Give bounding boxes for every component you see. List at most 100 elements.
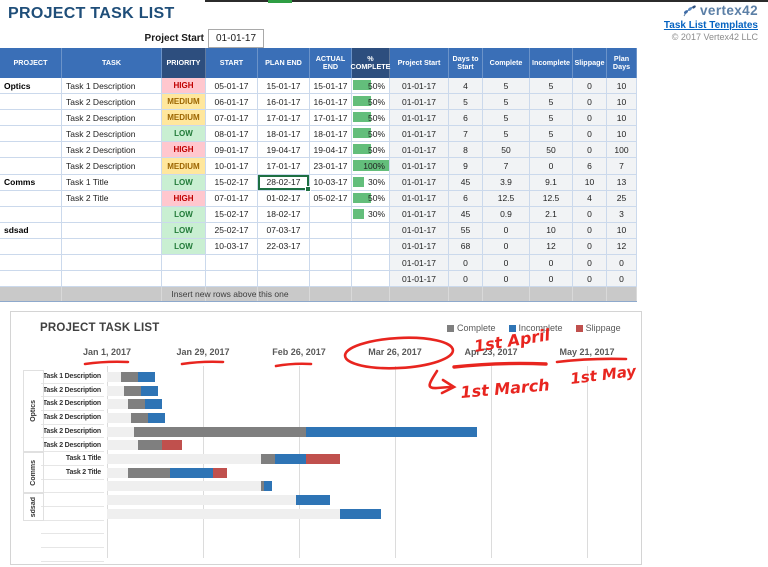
table-cell[interactable]: 0: [573, 142, 607, 158]
table-cell[interactable]: [62, 223, 162, 239]
table-cell[interactable]: 0: [530, 271, 573, 287]
table-cell[interactable]: 7: [449, 126, 483, 142]
table-cell[interactable]: 7: [607, 158, 637, 174]
table-cell[interactable]: 7: [483, 158, 530, 174]
table-cell[interactable]: 0: [573, 223, 607, 239]
table-cell[interactable]: 50: [483, 142, 530, 158]
table-cell[interactable]: 01-01-17: [390, 94, 449, 110]
table-cell[interactable]: 01-01-17: [390, 110, 449, 126]
priority-cell[interactable]: LOW: [162, 239, 206, 255]
table-cell[interactable]: 4: [449, 78, 483, 94]
column-header[interactable]: PRIORITY: [162, 48, 206, 78]
table-cell[interactable]: 01-01-17: [390, 142, 449, 158]
table-cell[interactable]: 50%: [352, 94, 390, 110]
table-cell[interactable]: 18-01-17: [258, 126, 310, 142]
table-cell[interactable]: 17-01-17: [258, 110, 310, 126]
table-cell[interactable]: 0: [607, 255, 637, 271]
table-cell[interactable]: 4: [573, 191, 607, 207]
column-header[interactable]: Incomplete: [530, 48, 573, 78]
table-cell[interactable]: 0: [483, 239, 530, 255]
table-cell[interactable]: 01-01-17: [390, 175, 449, 191]
table-cell[interactable]: 13: [607, 175, 637, 191]
table-cell[interactable]: Task 2 Description: [62, 110, 162, 126]
table-cell[interactable]: [62, 207, 162, 223]
table-cell[interactable]: 01-01-17: [390, 78, 449, 94]
table-cell[interactable]: 10: [607, 223, 637, 239]
priority-cell[interactable]: MEDIUM: [162, 110, 206, 126]
table-cell[interactable]: 50%: [352, 78, 390, 94]
table-cell[interactable]: 50%: [352, 191, 390, 207]
insert-row[interactable]: Insert new rows above this one: [0, 287, 637, 302]
table-cell[interactable]: 06-01-17: [206, 94, 258, 110]
table-cell[interactable]: [162, 255, 206, 271]
column-header[interactable]: Project Start: [390, 48, 449, 78]
table-cell[interactable]: 07-03-17: [258, 223, 310, 239]
table-cell[interactable]: 17-01-17: [258, 158, 310, 174]
table-cell[interactable]: [0, 110, 62, 126]
table-cell[interactable]: 0: [573, 78, 607, 94]
table-cell[interactable]: [162, 271, 206, 287]
table-cell[interactable]: 25: [607, 191, 637, 207]
table-cell[interactable]: 10: [607, 94, 637, 110]
table-cell[interactable]: 17-01-17: [310, 110, 352, 126]
table-cell[interactable]: 12: [607, 239, 637, 255]
column-header[interactable]: TASK: [62, 48, 162, 78]
table-cell[interactable]: 5: [530, 94, 573, 110]
priority-cell[interactable]: LOW: [162, 207, 206, 223]
column-header[interactable]: Plan Days: [607, 48, 637, 78]
table-cell[interactable]: [62, 271, 162, 287]
table-cell[interactable]: 10-01-17: [206, 158, 258, 174]
table-cell[interactable]: 01-02-17: [258, 191, 310, 207]
table-cell[interactable]: 08-01-17: [206, 126, 258, 142]
table-cell[interactable]: 8: [449, 142, 483, 158]
table-cell[interactable]: 0: [483, 223, 530, 239]
table-cell[interactable]: 07-01-17: [206, 191, 258, 207]
table-cell[interactable]: [0, 271, 62, 287]
table-cell[interactable]: 45: [449, 175, 483, 191]
table-cell[interactable]: 2.1: [530, 207, 573, 223]
table-cell[interactable]: 18-01-17: [310, 126, 352, 142]
table-cell[interactable]: 0: [573, 207, 607, 223]
table-cell[interactable]: 15-01-17: [258, 78, 310, 94]
priority-cell[interactable]: HIGH: [162, 142, 206, 158]
table-cell[interactable]: 100: [607, 142, 637, 158]
table-cell[interactable]: 01-01-17: [390, 255, 449, 271]
table-cell[interactable]: 10-03-17: [206, 239, 258, 255]
table-cell[interactable]: 01-01-17: [390, 158, 449, 174]
table-cell[interactable]: [206, 255, 258, 271]
priority-cell[interactable]: MEDIUM: [162, 158, 206, 174]
selected-cell[interactable]: 28-02-17: [258, 175, 310, 191]
table-cell[interactable]: 01-01-17: [390, 239, 449, 255]
table-cell[interactable]: Task 2 Title: [62, 191, 162, 207]
task-list-templates-link[interactable]: Task List Templates: [664, 20, 758, 33]
table-cell[interactable]: [258, 255, 310, 271]
table-cell[interactable]: [0, 239, 62, 255]
table-cell[interactable]: 0: [449, 271, 483, 287]
table-cell[interactable]: 5: [530, 126, 573, 142]
table-cell[interactable]: 10-03-17: [310, 175, 352, 191]
table-cell[interactable]: 6: [449, 191, 483, 207]
table-cell[interactable]: [62, 255, 162, 271]
table-cell[interactable]: Comms: [0, 175, 62, 191]
table-cell[interactable]: 25-02-17: [206, 223, 258, 239]
column-header[interactable]: PLAN END: [258, 48, 310, 78]
priority-cell[interactable]: MEDIUM: [162, 94, 206, 110]
table-cell[interactable]: [310, 271, 352, 287]
table-cell[interactable]: 0: [607, 271, 637, 287]
table-cell[interactable]: [352, 239, 390, 255]
table-cell[interactable]: 23-01-17: [310, 158, 352, 174]
table-cell[interactable]: 10: [607, 78, 637, 94]
table-cell[interactable]: 50%: [352, 110, 390, 126]
table-cell[interactable]: 16-01-17: [258, 94, 310, 110]
table-cell[interactable]: 12: [530, 239, 573, 255]
table-cell[interactable]: 0: [573, 271, 607, 287]
table-cell[interactable]: 45: [449, 207, 483, 223]
table-cell[interactable]: 18-02-17: [258, 207, 310, 223]
project-start-input[interactable]: 01-01-17: [208, 29, 264, 48]
table-cell[interactable]: 0: [483, 271, 530, 287]
table-cell[interactable]: [310, 239, 352, 255]
table-cell[interactable]: 10: [573, 175, 607, 191]
column-header[interactable]: Complete: [483, 48, 530, 78]
table-cell[interactable]: 0: [530, 255, 573, 271]
table-cell[interactable]: 3.9: [483, 175, 530, 191]
